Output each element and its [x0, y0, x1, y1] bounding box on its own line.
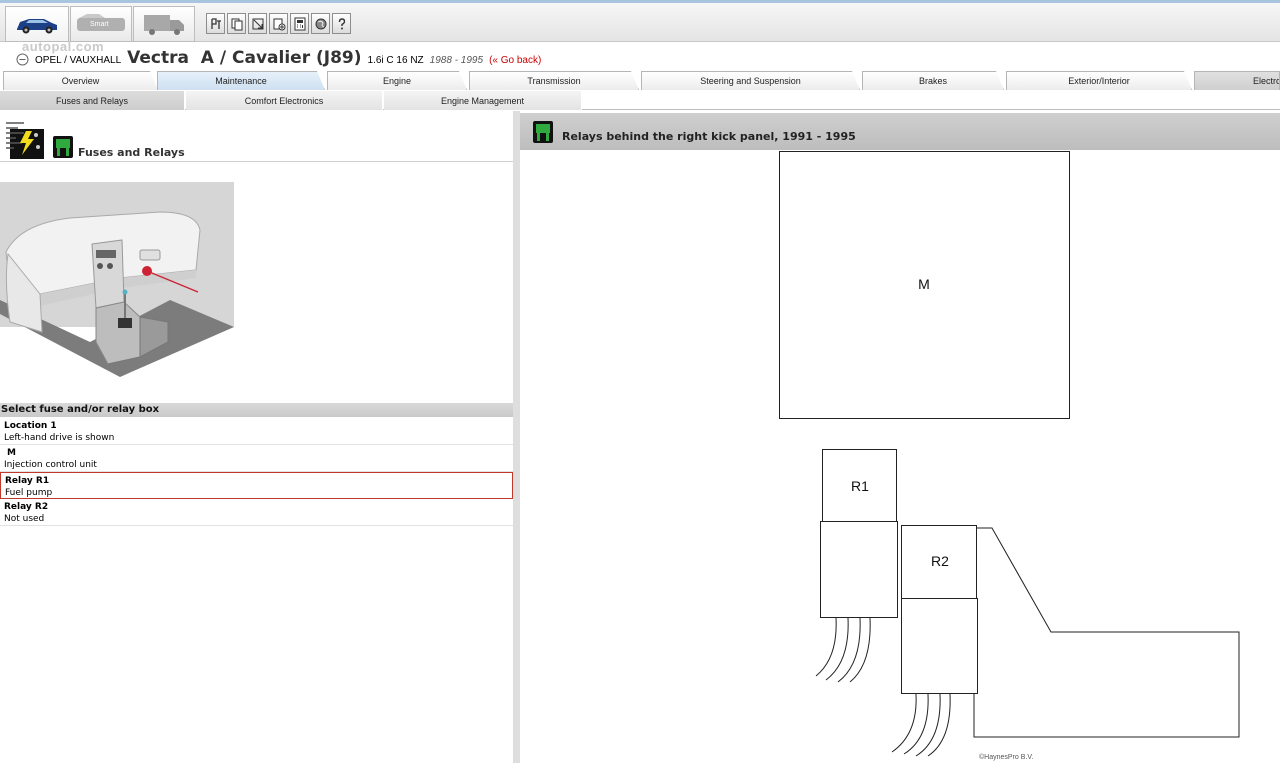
- resize-icon: [252, 18, 263, 29]
- car-icon: [17, 19, 57, 34]
- copy-icon: [231, 18, 242, 30]
- control-unit-m-label: M: [918, 276, 930, 292]
- tab-transmission[interactable]: Transmission: [469, 71, 639, 90]
- list-item-relay-r1[interactable]: Relay R1 Fuel pump: [0, 472, 513, 499]
- add-document-icon: [273, 18, 285, 30]
- list-item-title: Relay R2: [4, 502, 49, 512]
- tool-1-button[interactable]: [206, 13, 225, 34]
- globe-button[interactable]: [311, 13, 330, 34]
- relay-r1-base: [820, 521, 898, 618]
- relay-r2-wires: [891, 693, 951, 757]
- top-toolbar: Smart autopal.com: [0, 0, 1280, 54]
- car-mode-button[interactable]: [5, 6, 69, 42]
- list-item-title: M: [7, 448, 16, 458]
- help-icon: [338, 17, 345, 29]
- kick-panel-outline: [973, 527, 1240, 738]
- copyright-text: ©HaynesPro B.V.: [979, 754, 1034, 761]
- vehicle-model: Vectra A / Cavalier (J89): [127, 48, 362, 68]
- subtab-comfort-electronics[interactable]: Comfort Electronics: [186, 91, 383, 110]
- vehicle-location-illustration: [0, 182, 234, 397]
- relay-r2-label: R2: [931, 553, 949, 569]
- tab-maintenance[interactable]: Maintenance: [157, 71, 325, 90]
- subtab-engine-management[interactable]: Engine Management: [384, 91, 582, 110]
- list-item-location-1[interactable]: Location 1 Left-hand drive is shown: [0, 418, 513, 445]
- relay-icon: [53, 136, 73, 158]
- copy-button[interactable]: [227, 13, 246, 34]
- right-panel-header: Relays behind the right kick panel, 1991…: [520, 113, 1280, 150]
- fuse-relay-list: Location 1 Left-hand drive is shown M In…: [0, 418, 513, 526]
- smart-mode-button[interactable]: Smart: [70, 6, 132, 42]
- fuse-relay-list-header: Select fuse and/or relay box: [0, 403, 513, 417]
- tab-overview[interactable]: Overview: [3, 71, 158, 90]
- list-item-subtitle: Left-hand drive is shown: [4, 433, 115, 443]
- sub-tabs: Fuses and Relays Comfort Electronics Eng…: [0, 91, 1280, 110]
- list-item-subtitle: Fuel pump: [5, 488, 53, 498]
- help-button[interactable]: [332, 13, 351, 34]
- left-panel-header: Fuses and Relays: [0, 111, 513, 162]
- left-panel-title: Fuses and Relays: [78, 146, 185, 159]
- relay-icon: [533, 121, 553, 143]
- tab-electronics[interactable]: Electronics: [1194, 71, 1280, 90]
- panel-splitter[interactable]: [513, 111, 520, 763]
- truck-icon: [144, 15, 184, 35]
- list-item-title: Location 1: [4, 421, 57, 431]
- tab-engine[interactable]: Engine: [327, 71, 467, 90]
- vehicle-header: OPEL / VAUXHALL Vectra A / Cavalier (J89…: [16, 48, 541, 70]
- subtab-fuses-relays[interactable]: Fuses and Relays: [0, 91, 185, 110]
- vehicle-years: 1988 - 1995: [429, 55, 484, 66]
- fuses-relays-icon: [4, 119, 44, 159]
- diagram-title: Relays behind the right kick panel, 1991…: [562, 130, 856, 143]
- vehicle-make: OPEL / VAUXHALL: [35, 55, 122, 66]
- tab-steering-suspension[interactable]: Steering and Suspension: [641, 71, 860, 90]
- calculator-button[interactable]: [290, 13, 309, 34]
- add-document-button[interactable]: [269, 13, 288, 34]
- smart-label: Smart: [90, 21, 109, 28]
- vehicle-engine: 1.6i C 16 NZ: [367, 55, 424, 66]
- list-item-subtitle: Not used: [4, 514, 45, 524]
- tool-buttons: [206, 13, 351, 34]
- main-tabs: Overview Maintenance Engine Transmission…: [0, 71, 1280, 90]
- tool-1-icon: [210, 17, 221, 29]
- list-item-title: Relay R1: [5, 476, 50, 486]
- tab-brakes[interactable]: Brakes: [862, 71, 1004, 90]
- resize-button[interactable]: [248, 13, 267, 34]
- dashboard-illustration: [0, 211, 234, 377]
- calculator-icon: [294, 17, 305, 30]
- list-item-m[interactable]: M Injection control unit: [0, 445, 513, 472]
- relay-r2-base: [901, 598, 978, 694]
- relay-r1-label: R1: [851, 478, 869, 494]
- globe-icon: [315, 18, 326, 29]
- left-panel: Fuses and Relays Select fuse and/or rela…: [0, 111, 513, 763]
- truck-mode-button[interactable]: [133, 6, 195, 42]
- go-back-link[interactable]: (« Go back): [489, 55, 541, 66]
- relay-r1-wires: [815, 617, 871, 683]
- list-item-subtitle: Injection control unit: [4, 460, 97, 470]
- tab-exterior-interior[interactable]: Exterior/Interior: [1006, 71, 1192, 90]
- relay-location-diagram: M R1 R2: [779, 151, 1240, 757]
- minus-circle-icon[interactable]: [16, 53, 29, 66]
- list-item-relay-r2[interactable]: Relay R2 Not used: [0, 499, 513, 526]
